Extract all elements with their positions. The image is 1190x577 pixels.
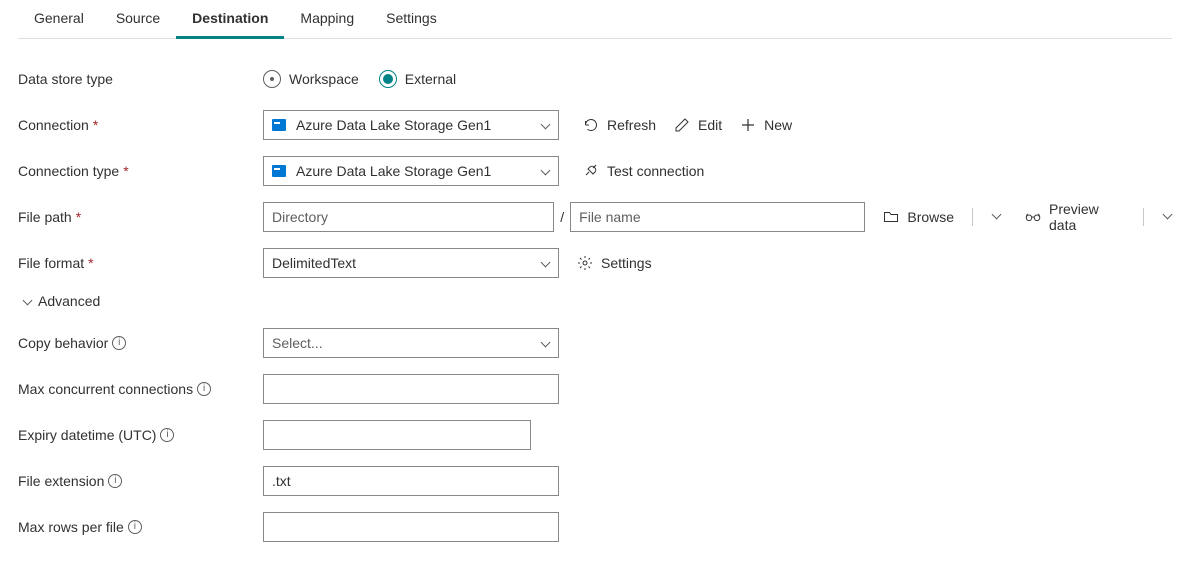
info-icon[interactable]: i — [197, 382, 211, 396]
chevron-down-icon[interactable] — [991, 210, 1001, 220]
advanced-toggle[interactable]: Advanced — [22, 293, 1172, 309]
refresh-button[interactable]: Refresh — [583, 117, 656, 133]
copy-behavior-select[interactable]: Select... — [263, 328, 559, 358]
divider — [972, 208, 973, 226]
refresh-icon — [583, 117, 599, 133]
chevron-down-icon — [22, 296, 32, 306]
divider — [1143, 208, 1144, 226]
info-icon[interactable]: i — [160, 428, 174, 442]
file-format-select[interactable]: DelimitedText — [263, 248, 559, 278]
storage-icon — [272, 119, 286, 131]
label-connection-type: Connection type* — [18, 163, 263, 179]
browse-button[interactable]: Browse — [883, 209, 954, 225]
chevron-down-icon — [540, 258, 550, 268]
expiry-input[interactable] — [263, 420, 531, 450]
radio-workspace[interactable]: Workspace — [263, 70, 359, 88]
required-marker: * — [123, 163, 128, 179]
radio-label: External — [405, 71, 456, 87]
tab-settings[interactable]: Settings — [370, 0, 453, 39]
label-file-extension: File extension i — [18, 473, 263, 489]
preview-data-button[interactable]: Preview data — [1025, 201, 1125, 233]
plus-icon — [740, 117, 756, 133]
required-marker: * — [88, 255, 93, 271]
tab-mapping[interactable]: Mapping — [284, 0, 370, 39]
gear-icon — [577, 255, 593, 271]
chevron-down-icon — [540, 338, 550, 348]
radio-external[interactable]: External — [379, 70, 456, 88]
radio-icon — [263, 70, 281, 88]
label-expiry: Expiry datetime (UTC) i — [18, 427, 263, 443]
chevron-down-icon — [540, 166, 550, 176]
radio-group-data-store-type: Workspace External — [263, 70, 456, 88]
chevron-down-icon — [540, 120, 550, 130]
required-marker: * — [93, 117, 98, 133]
label-max-rows: Max rows per file i — [18, 519, 263, 535]
connection-type-value: Azure Data Lake Storage Gen1 — [296, 163, 491, 179]
max-rows-input[interactable] — [263, 512, 559, 542]
radio-icon — [379, 70, 397, 88]
info-icon[interactable]: i — [128, 520, 142, 534]
new-button[interactable]: New — [740, 117, 792, 133]
file-format-value: DelimitedText — [272, 255, 356, 271]
required-marker: * — [76, 209, 81, 225]
file-extension-input[interactable] — [263, 466, 559, 496]
label-copy-behavior: Copy behavior i — [18, 335, 263, 351]
test-connection-button[interactable]: Test connection — [583, 163, 704, 179]
radio-label: Workspace — [289, 71, 359, 87]
storage-icon — [272, 165, 286, 177]
connection-type-select[interactable]: Azure Data Lake Storage Gen1 — [263, 156, 559, 186]
tabs-bar: General Source Destination Mapping Setti… — [18, 0, 1172, 39]
info-icon[interactable]: i — [108, 474, 122, 488]
tab-source[interactable]: Source — [100, 0, 176, 39]
max-concurrent-input[interactable] — [263, 374, 559, 404]
glasses-icon — [1025, 209, 1041, 225]
label-data-store-type: Data store type — [18, 71, 263, 87]
info-icon[interactable]: i — [112, 336, 126, 350]
label-connection: Connection* — [18, 117, 263, 133]
label-file-format: File format* — [18, 255, 263, 271]
pencil-icon — [674, 117, 690, 133]
connection-value: Azure Data Lake Storage Gen1 — [296, 117, 491, 133]
connection-select[interactable]: Azure Data Lake Storage Gen1 — [263, 110, 559, 140]
label-max-concurrent: Max concurrent connections i — [18, 381, 263, 397]
chevron-down-icon[interactable] — [1162, 210, 1172, 220]
plug-icon — [583, 163, 599, 179]
copy-behavior-value: Select... — [272, 335, 323, 351]
filename-input[interactable] — [570, 202, 865, 232]
tab-general[interactable]: General — [18, 0, 100, 39]
format-settings-button[interactable]: Settings — [577, 255, 652, 271]
directory-input[interactable] — [263, 202, 554, 232]
label-file-path: File path* — [18, 209, 263, 225]
tab-destination[interactable]: Destination — [176, 0, 284, 39]
folder-icon — [883, 209, 899, 225]
path-separator: / — [560, 209, 564, 225]
edit-button[interactable]: Edit — [674, 117, 722, 133]
